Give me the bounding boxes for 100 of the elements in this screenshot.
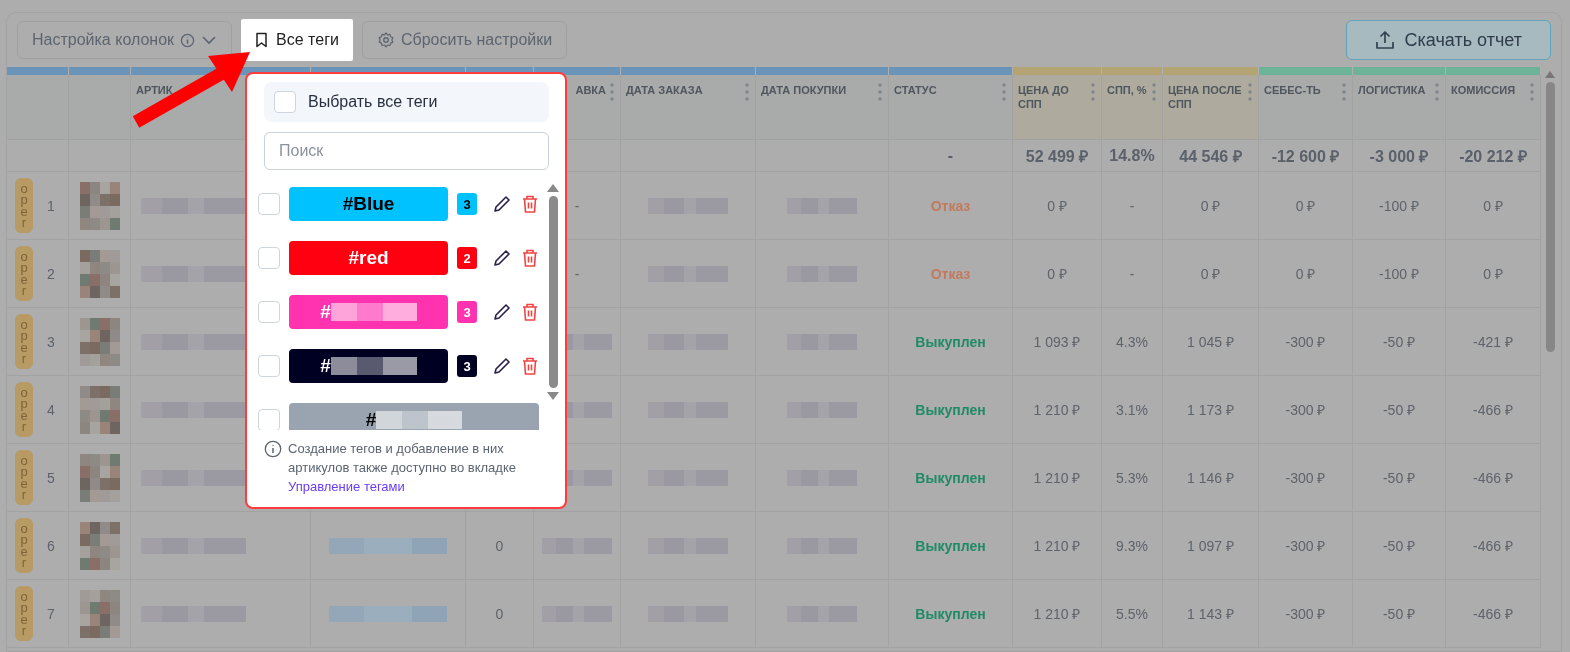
- photo-placeholder: [79, 317, 120, 366]
- tag-chip[interactable]: #: [289, 403, 539, 430]
- status-text: Выкуплен: [915, 333, 986, 350]
- tag-count: 3: [457, 301, 477, 323]
- row-number: 2: [47, 265, 55, 282]
- table-cell-text: -50 ₽: [1382, 605, 1416, 623]
- tag-chip[interactable]: #Blue: [289, 187, 448, 221]
- tag-chip[interactable]: #: [289, 349, 448, 383]
- checkbox[interactable]: [258, 301, 280, 323]
- status-text: Выкуплен: [915, 605, 986, 622]
- scroll-up-arrow-icon[interactable]: [1545, 71, 1555, 78]
- table-cell-text: 1 210 ₽: [1033, 469, 1081, 487]
- table-cell-text: 1 097 ₽: [1187, 537, 1234, 555]
- column-title: АРТИК: [136, 83, 173, 98]
- row-number: 1: [47, 197, 55, 214]
- table-cell-text: -300 ₽: [1285, 333, 1326, 351]
- table-cell: 4.3%: [1116, 333, 1148, 350]
- checkbox[interactable]: [258, 193, 280, 215]
- kebab-menu-icon[interactable]: [1530, 83, 1534, 101]
- row-number: 6: [47, 537, 55, 554]
- column-title: КОМИССИЯ: [1451, 83, 1516, 98]
- trash-icon[interactable]: [521, 248, 539, 268]
- all-tags-button[interactable]: Все теги: [241, 19, 353, 61]
- checkbox[interactable]: [274, 91, 296, 113]
- trash-icon[interactable]: [521, 302, 539, 322]
- checkbox[interactable]: [258, 247, 280, 269]
- info-icon: [264, 440, 282, 458]
- tag-chip[interactable]: #red: [289, 241, 448, 275]
- photo-placeholder: [79, 249, 120, 298]
- table-cell: -: [574, 197, 580, 214]
- total-value: -3 000 ₽: [1369, 146, 1429, 167]
- table-cell: -: [574, 265, 580, 282]
- table-cell-text: 0 ₽: [1483, 265, 1503, 283]
- pencil-icon[interactable]: [492, 248, 512, 268]
- upload-icon: [1374, 30, 1395, 50]
- column-title: СПП, %: [1107, 83, 1147, 98]
- scroll-up-arrow-icon[interactable]: [547, 184, 559, 192]
- total-value: -: [947, 146, 954, 165]
- tag-count: 3: [457, 355, 477, 377]
- tag-count: 2: [457, 247, 477, 269]
- table-cell-text: -50 ₽: [1382, 333, 1416, 351]
- scrollbar-thumb[interactable]: [548, 196, 558, 388]
- scroll-down-arrow-icon[interactable]: [547, 392, 559, 400]
- status-text: Отказ: [930, 197, 971, 214]
- download-report-button[interactable]: Скачать отчет: [1345, 20, 1551, 60]
- table-cell-text: 1 210 ₽: [1033, 537, 1081, 555]
- table-cell-text: 0 ₽: [1295, 197, 1316, 215]
- info-note: Создание тегов и добавление в них артикулов также доступно во вкладке Управление тегами: [288, 440, 517, 496]
- pencil-icon[interactable]: [492, 194, 512, 214]
- kebab-menu-icon[interactable]: [878, 83, 882, 101]
- tag-chip[interactable]: #: [289, 295, 448, 329]
- table-cell-text: -50 ₽: [1382, 469, 1416, 487]
- column-title: ЦЕНА ПОСЛЕ СПП: [1168, 83, 1243, 112]
- table-cell-text: 1 210 ₽: [1033, 605, 1081, 623]
- kebab-menu-icon[interactable]: [1435, 83, 1439, 101]
- column-title: ДАТА ЗАКАЗА: [626, 83, 703, 98]
- info-icon: [180, 32, 196, 48]
- table-cell-text: -50 ₽: [1382, 401, 1416, 419]
- table-cell-text: -466 ₽: [1473, 537, 1513, 555]
- checkbox[interactable]: [258, 409, 280, 430]
- table-cell-text: -466 ₽: [1473, 469, 1513, 487]
- kebab-menu-icon[interactable]: [1091, 83, 1095, 101]
- table-cell: 0: [495, 605, 504, 622]
- total-value: 44 546 ₽: [1179, 146, 1242, 167]
- pencil-icon[interactable]: [492, 356, 512, 376]
- table-cell-text: -100 ₽: [1379, 265, 1419, 283]
- kebab-menu-icon[interactable]: [745, 83, 749, 101]
- kebab-menu-icon[interactable]: [610, 83, 614, 101]
- table-cell-text: 0 ₽: [1295, 265, 1316, 283]
- kebab-menu-icon[interactable]: [1248, 83, 1252, 101]
- table-cell-text: 1 093 ₽: [1033, 333, 1081, 351]
- table-cell-text: -50 ₽: [1382, 537, 1416, 555]
- table-cell-text: 0 ₽: [1200, 197, 1221, 215]
- trash-icon[interactable]: [521, 194, 539, 214]
- kebab-menu-icon[interactable]: [1152, 83, 1156, 101]
- scrollbar-thumb[interactable]: [1545, 82, 1555, 352]
- tag-count: 3: [457, 193, 477, 215]
- select-all-label: Выбрать все теги: [308, 93, 438, 111]
- column-title: АВКА: [575, 83, 606, 98]
- pencil-icon[interactable]: [492, 302, 512, 322]
- search-field[interactable]: Поиск: [264, 132, 549, 170]
- table-cell-text: -100 ₽: [1379, 197, 1419, 215]
- manage-tags-link[interactable]: Управление тегами: [288, 478, 405, 494]
- table-cell: 0: [495, 537, 504, 554]
- table-cell-text: -421 ₽: [1473, 333, 1513, 351]
- table-cell-text: 1 045 ₽: [1187, 333, 1234, 351]
- table-cell-text: 0 ₽: [1200, 265, 1221, 283]
- select-all-row[interactable]: Выбрать все теги: [264, 82, 549, 122]
- kebab-menu-icon[interactable]: [1002, 83, 1006, 101]
- table-cell-text: 1 143 ₽: [1187, 605, 1234, 623]
- table-cell-text: -300 ₽: [1285, 469, 1326, 487]
- table-cell: -: [1129, 197, 1135, 214]
- table-cell-text: 0 ₽: [1047, 265, 1067, 283]
- checkbox[interactable]: [258, 355, 280, 377]
- chevron-down-icon: [201, 35, 218, 45]
- table-cell: 9.3%: [1116, 537, 1148, 554]
- trash-icon[interactable]: [521, 356, 539, 376]
- row-number: 4: [47, 401, 55, 418]
- kebab-menu-icon[interactable]: [1342, 83, 1346, 101]
- bookmark-icon: [255, 32, 269, 48]
